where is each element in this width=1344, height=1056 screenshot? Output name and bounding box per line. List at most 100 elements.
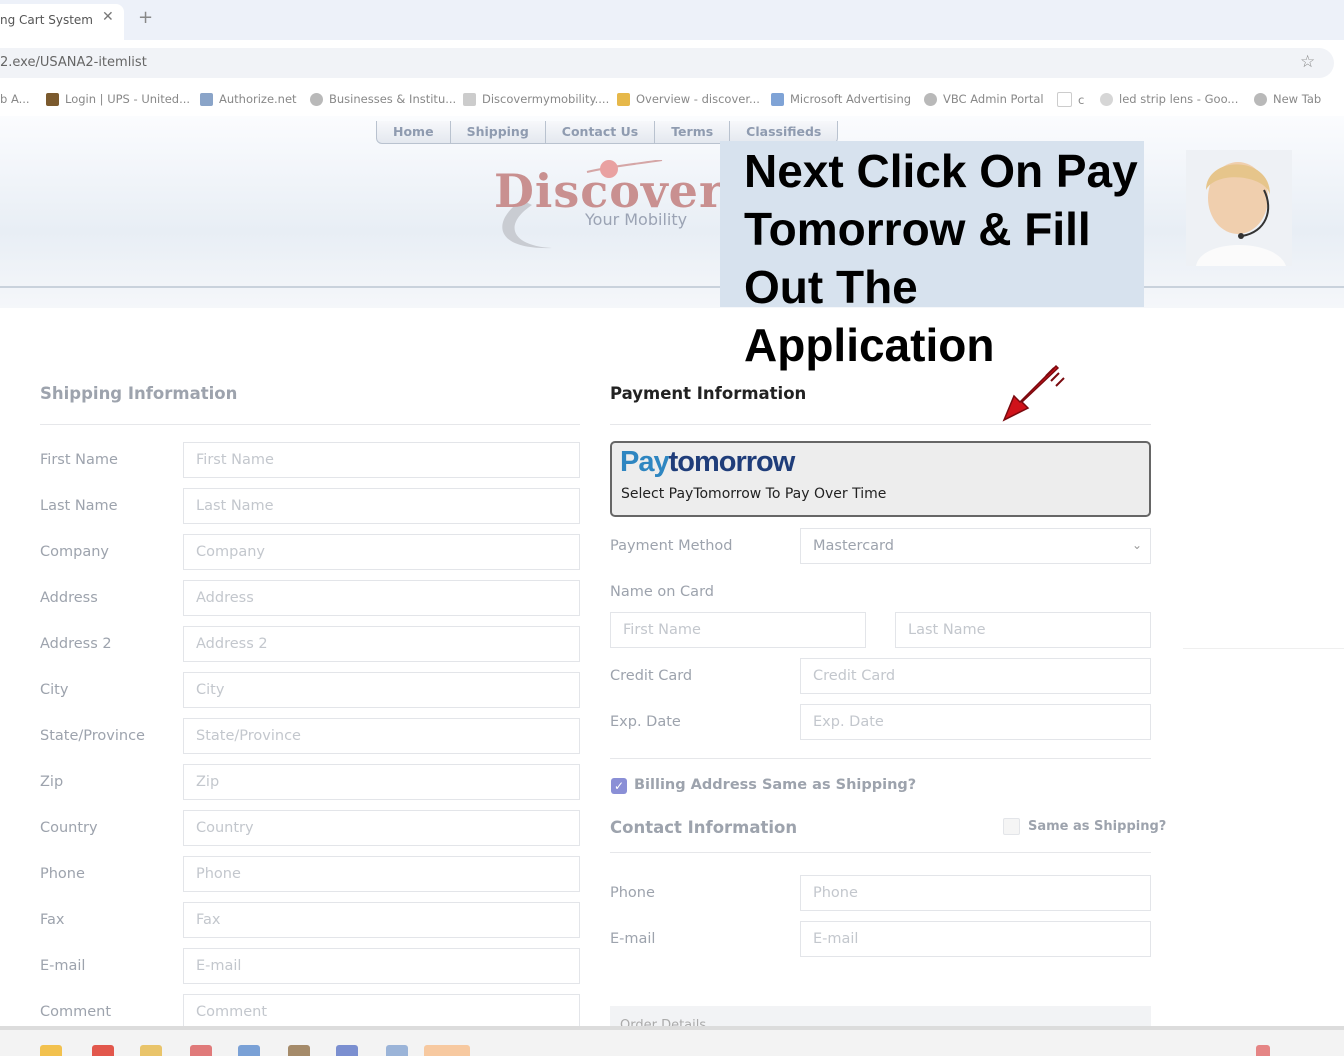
shipping-field-label: E-mail xyxy=(40,958,86,974)
bookmark-label: New Tab xyxy=(1273,92,1322,106)
globe-icon xyxy=(1254,92,1267,106)
nav-contact-us[interactable]: Contact Us xyxy=(546,121,656,143)
nav-classifieds[interactable]: Classifieds xyxy=(730,121,837,143)
payment-method-select[interactable]: Mastercard ⌄ xyxy=(800,528,1151,564)
microsoft-ads-icon xyxy=(771,92,784,106)
exp-date-label: Exp. Date xyxy=(610,714,681,730)
shipping-field-label: Country xyxy=(40,820,98,836)
contact-title-divider xyxy=(610,852,1151,853)
shipping-field-label: Address 2 xyxy=(40,636,112,652)
globe-icon xyxy=(924,92,937,106)
close-tab-icon[interactable]: ✕ xyxy=(102,9,114,25)
browser-tab-title: ng Cart System xyxy=(0,13,93,27)
new-tab-button[interactable]: + xyxy=(138,7,153,28)
bookmark-label: Authorize.net xyxy=(219,92,297,106)
bookmark-label: b A... xyxy=(0,92,30,106)
shipping-field-label: City xyxy=(40,682,69,698)
credit-card-label: Credit Card xyxy=(610,668,693,684)
contact-phone-input[interactable]: Phone xyxy=(800,875,1151,911)
nav-home[interactable]: Home xyxy=(377,121,451,143)
bookmark-label: Discovermymobility.... xyxy=(482,92,610,106)
paytomorrow-caption: Select PayTomorrow To Pay Over Time xyxy=(621,486,887,502)
shipping-field-input[interactable]: Fax xyxy=(183,902,580,938)
shipping-field-input[interactable]: Company xyxy=(183,534,580,570)
bookmark-item[interactable]: Authorize.net xyxy=(200,92,297,106)
address-bar[interactable] xyxy=(0,48,1334,78)
payment-title-divider xyxy=(610,424,1151,425)
shipping-section-title: Shipping Information xyxy=(40,384,238,403)
contact-same-label: Same as Shipping? xyxy=(1028,819,1167,834)
contact-email-input[interactable]: E-mail xyxy=(800,921,1151,957)
bookmark-label: led strip lens - Goo... xyxy=(1119,92,1239,106)
google-icon xyxy=(1100,92,1113,106)
amazon-icon xyxy=(1057,92,1072,107)
shipping-field-label: Fax xyxy=(40,912,65,928)
authorize-icon xyxy=(200,92,213,106)
shipping-field-input[interactable]: Last Name xyxy=(183,488,580,524)
bookmark-item[interactable]: Microsoft Advertising xyxy=(771,92,911,106)
exp-date-input[interactable]: Exp. Date xyxy=(800,704,1151,740)
bookmark-item[interactable]: c xyxy=(1057,92,1084,107)
support-agent-image xyxy=(1186,150,1292,266)
contact-email-label: E-mail xyxy=(610,931,656,947)
shipping-field-label: Comment xyxy=(40,1004,112,1020)
shipping-field-input[interactable]: Phone xyxy=(183,856,580,892)
shipping-field-input[interactable]: E-mail xyxy=(183,948,580,984)
contact-section-title: Contact Information xyxy=(610,818,798,837)
bookmark-item[interactable]: Discovermymobility.... xyxy=(463,92,609,106)
bookmark-item[interactable]: Login | UPS - United... xyxy=(46,92,190,106)
shipping-field-input[interactable]: First Name xyxy=(183,442,580,478)
bookmark-label: Microsoft Advertising xyxy=(790,92,912,106)
bookmark-label: Businesses & Institu... xyxy=(329,92,457,106)
bookmark-item[interactable]: New Tab xyxy=(1254,92,1321,106)
shipping-field-label: Last Name xyxy=(40,498,118,514)
shipping-field-input[interactable]: State/Province xyxy=(183,718,580,754)
credit-card-input[interactable]: Credit Card xyxy=(800,658,1151,694)
contact-same-checkbox[interactable] xyxy=(1003,818,1020,835)
active-app-icon[interactable] xyxy=(424,1045,470,1056)
app-icon[interactable] xyxy=(288,1045,310,1056)
shipping-field-label: Phone xyxy=(40,866,85,882)
page-icon xyxy=(463,92,476,106)
bookmark-item[interactable]: Overview - discover... xyxy=(617,92,760,106)
bookmark-item[interactable]: VBC Admin Portal xyxy=(924,92,1044,106)
paytomorrow-logo-pay: Pay xyxy=(620,446,670,478)
shipping-field-input[interactable]: Address 2 xyxy=(183,626,580,662)
app-icon[interactable] xyxy=(336,1045,358,1056)
side-divider xyxy=(1183,648,1344,649)
order-details-header: Order Details xyxy=(610,1006,1151,1028)
app-icon[interactable] xyxy=(190,1045,212,1056)
bookmark-label: c xyxy=(1078,92,1085,107)
paytomorrow-logo: Paytomorrow xyxy=(620,446,795,479)
nav-terms[interactable]: Terms xyxy=(655,121,731,143)
shipping-field-input[interactable]: Country xyxy=(183,810,580,846)
bookmark-item[interactable]: Businesses & Institu... xyxy=(310,92,456,106)
address-bar-url[interactable]: 2.exe/USANA2-itemlist xyxy=(0,55,147,70)
explorer-icon[interactable] xyxy=(140,1045,162,1056)
payment-method-value: Mastercard xyxy=(813,538,894,554)
shipping-field-input[interactable]: City xyxy=(183,672,580,708)
nav-shipping[interactable]: Shipping xyxy=(451,121,546,143)
bookmark-item[interactable]: led strip lens - Goo... xyxy=(1100,92,1238,106)
name-on-card-label: Name on Card xyxy=(610,584,714,600)
shipping-title-divider xyxy=(40,424,580,425)
contact-phone-label: Phone xyxy=(610,885,655,901)
bookmark-label: VBC Admin Portal xyxy=(943,92,1044,106)
folder-icon[interactable] xyxy=(40,1045,62,1056)
billing-same-checkbox[interactable]: ✓ xyxy=(611,778,627,794)
app-icon[interactable] xyxy=(386,1045,408,1056)
app-icon[interactable] xyxy=(238,1045,260,1056)
card-first-name-input[interactable]: First Name xyxy=(610,612,866,648)
bookmark-star-icon[interactable]: ☆ xyxy=(1300,52,1315,72)
payment-divider xyxy=(610,758,1151,759)
shipping-field-input[interactable]: Address xyxy=(183,580,580,616)
instruction-overlay-text: Next Click On Pay Tomorrow & Fill Out Th… xyxy=(744,145,1138,371)
card-last-name-input[interactable]: Last Name xyxy=(895,612,1151,648)
browser-tab-strip xyxy=(0,0,1344,40)
site-logo-tagline: Your Mobility xyxy=(585,210,688,229)
shipping-field-input[interactable]: Zip xyxy=(183,764,580,800)
chrome-icon[interactable] xyxy=(92,1045,114,1056)
bookmark-item[interactable]: b A... xyxy=(0,92,30,106)
shipping-field-input[interactable]: Comment xyxy=(183,994,580,1030)
tray-icon[interactable] xyxy=(1256,1045,1270,1056)
